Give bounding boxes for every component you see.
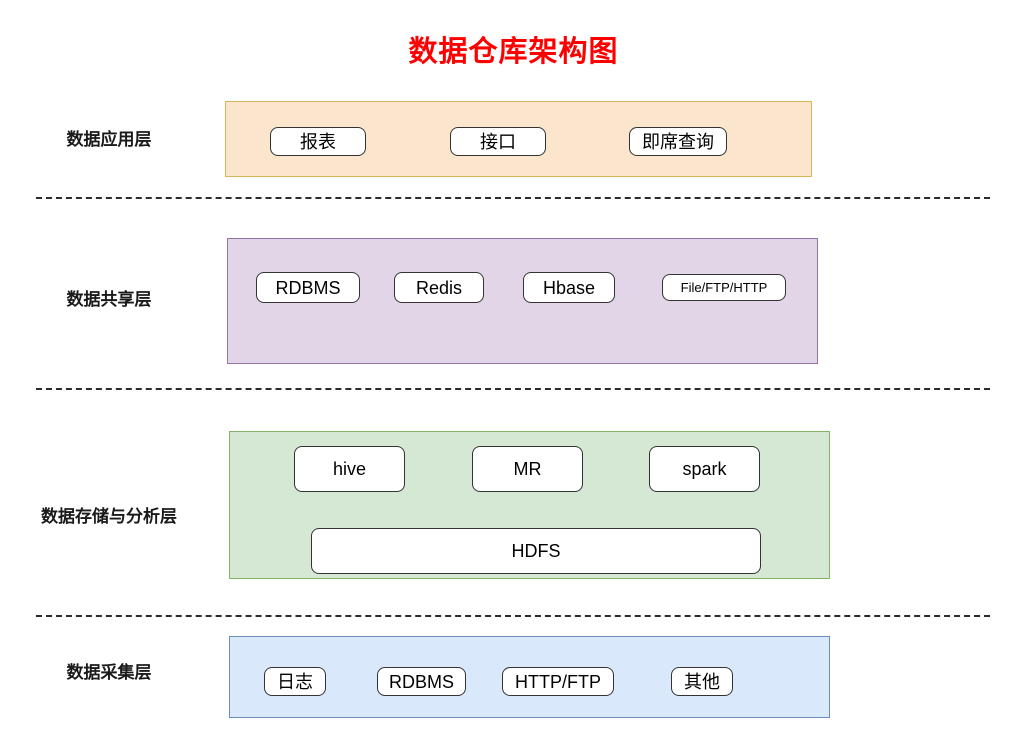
node-report[interactable]: 报表 [270,127,366,156]
node-redis[interactable]: Redis [394,272,484,303]
node-spark[interactable]: spark [649,446,760,492]
node-interface[interactable]: 接口 [450,127,546,156]
separator-share-storage [36,388,990,390]
node-ad-hoc-query[interactable]: 即席查询 [629,127,727,156]
separator-application-share [36,197,990,199]
node-http-ftp[interactable]: HTTP/FTP [502,667,614,696]
node-log[interactable]: 日志 [264,667,326,696]
node-rdbms-share[interactable]: RDBMS [256,272,360,303]
layer-label-ingest: 数据采集层 [66,663,152,682]
layer-label-share: 数据共享层 [66,290,152,309]
node-other[interactable]: 其他 [671,667,733,696]
layer-panel-application: 报表 接口 即席查询 [225,101,812,177]
layer-label-storage: 数据存储与分析层 [41,507,177,526]
layer-label-application: 数据应用层 [66,130,152,149]
node-file-ftp-http[interactable]: File/FTP/HTTP [662,274,786,301]
layer-panel-storage: hive MR spark HDFS [229,431,830,579]
node-hdfs[interactable]: HDFS [311,528,761,574]
page-title: 数据仓库架构图 [408,36,619,68]
node-hive[interactable]: hive [294,446,405,492]
node-hbase[interactable]: Hbase [523,272,615,303]
layer-panel-share: RDBMS Redis Hbase File/FTP/HTTP [227,238,818,364]
node-mr[interactable]: MR [472,446,583,492]
separator-storage-ingest [36,615,990,617]
node-rdbms-ingest[interactable]: RDBMS [377,667,466,696]
layer-panel-ingest: 日志 RDBMS HTTP/FTP 其他 [229,636,830,718]
